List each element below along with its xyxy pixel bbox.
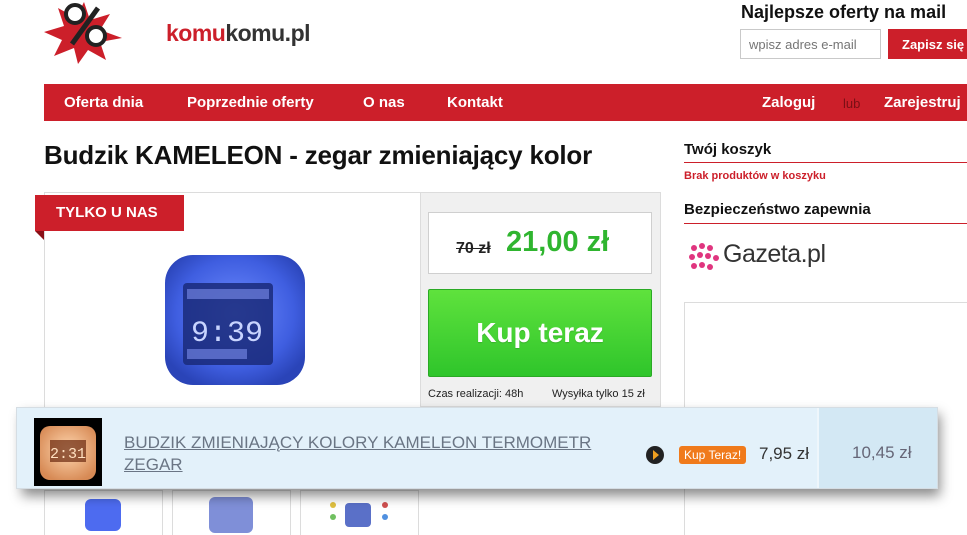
product-popup-bar: 2:31 BUDZIK ZMIENIAJĄCY KOLORY KAMELEON … <box>16 407 938 489</box>
security-title: Bezpieczeństwo zapewnia <box>684 201 871 218</box>
partner-logo-text[interactable]: Gazeta.pl <box>723 240 826 269</box>
popup-old-price: 10,45 zł <box>852 443 912 462</box>
thumbnail-image <box>330 502 388 527</box>
old-price: 70 zł <box>456 240 491 257</box>
exclusive-badge: TYLKO U NAS <box>35 195 184 231</box>
popup-product-image: 2:31 <box>40 426 96 480</box>
popup-buy-button[interactable]: Kup Teraz! <box>679 446 747 464</box>
gazeta-dots-icon <box>689 243 719 270</box>
main-nav: Oferta dnia Poprzednie oferty O nas Kont… <box>44 84 967 121</box>
product-image[interactable]: 9:39 <box>135 223 335 403</box>
nav-item-o-nas[interactable]: O nas <box>363 84 405 121</box>
play-arrow-icon[interactable] <box>646 446 664 464</box>
nav-item-kontakt[interactable]: Kontakt <box>447 84 503 121</box>
shipping-info: Wysyłka tylko 15 zł <box>552 388 645 400</box>
page-title: Budzik KAMELEON - zegar zmieniający kolo… <box>44 140 593 170</box>
login-link[interactable]: Zaloguj <box>762 84 815 121</box>
divider <box>684 162 967 163</box>
thumbnail-image <box>85 499 121 531</box>
cart-title: Twój koszyk <box>684 141 772 158</box>
badge-fold <box>35 231 44 240</box>
thumbnail-3[interactable] <box>300 490 419 535</box>
thumbnail-1[interactable] <box>44 490 163 535</box>
logo-text: komukomu.pl <box>166 20 311 46</box>
thumbnail-image <box>209 497 253 533</box>
svg-text:9:39: 9:39 <box>191 317 263 351</box>
nav-item-oferta-dnia[interactable]: Oferta dnia <box>64 84 143 121</box>
popup-product-link[interactable]: BUDZIK ZMIENIAJĄCY KOLORY KAMELEON TERMO… <box>124 432 594 476</box>
popup-price: 7,95 zł <box>759 444 810 463</box>
popup-product-thumbnail[interactable]: 2:31 <box>34 418 102 486</box>
svg-text:2:31: 2:31 <box>50 446 86 463</box>
nav-item-poprzednie-oferty[interactable]: Poprzednie oferty <box>187 84 314 121</box>
percent-burst-icon <box>44 2 122 64</box>
cart-empty-text: Brak produktów w koszyku <box>684 170 826 182</box>
buy-now-button[interactable]: Kup teraz <box>428 289 652 377</box>
realization-time: Czas realizacji: 48h <box>428 388 524 400</box>
thumbnail-2[interactable] <box>172 490 291 535</box>
logo[interactable]: komukomu.pl <box>44 0 311 64</box>
subscribe-button[interactable]: Zapisz się <box>888 29 967 59</box>
nav-or-text: lub <box>843 96 861 111</box>
newsletter-title: Najlepsze oferty na mail <box>741 2 947 22</box>
divider <box>684 223 967 224</box>
email-field[interactable] <box>740 29 881 59</box>
current-price: 21,00 zł <box>506 226 610 258</box>
register-link[interactable]: Zarejestruj <box>884 84 961 121</box>
